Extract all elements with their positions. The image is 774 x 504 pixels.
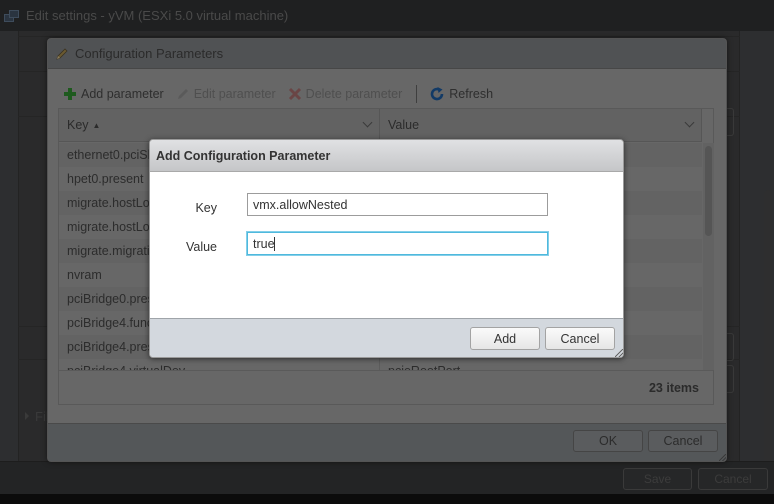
edit-parameter-label: Edit parameter [193,87,276,101]
add-parameter-button[interactable]: Add parameter [63,87,164,101]
delete-parameter-label: Delete parameter [305,87,403,101]
pencil-icon [56,47,68,60]
grid-footer: 23 items [59,370,713,404]
table-row[interactable]: pciBridge4.virtualDevpcieRootPort [59,359,702,370]
edit-settings-titlebar: Edit settings - yVM (ESXi 5.0 virtual ma… [0,0,774,31]
add-parameter-body: Key Value [150,172,623,318]
edit-settings-title: Edit settings - yVM (ESXi 5.0 virtual ma… [26,8,289,23]
vm-icon [4,9,20,23]
text-caret [274,237,275,251]
configuration-parameters-title: Configuration Parameters [75,46,224,61]
divider [18,36,740,37]
plus-icon [64,88,76,100]
column-header-key[interactable]: Key ▲ [59,109,380,141]
column-header-key-label: Key [67,118,89,132]
grid-header: Key ▲ Value [59,109,702,142]
refresh-icon [430,87,444,101]
value-input[interactable] [247,232,548,255]
background-scrollbar[interactable] [764,190,772,470]
bottom-strip [0,494,774,504]
configuration-parameters-header: Configuration Parameters [48,39,726,69]
files-section-toggle[interactable]: Fil [18,400,49,432]
column-header-value-label: Value [388,118,420,132]
cancel-button[interactable]: Cancel [545,327,615,350]
key-input[interactable] [247,193,548,216]
sort-ascending-icon: ▲ [92,120,101,130]
delete-parameter-button[interactable]: Delete parameter [288,87,403,101]
cancel-button[interactable]: Cancel [648,430,718,452]
add-parameter-footer: Add Cancel [150,318,623,357]
grid-scrollbar[interactable] [703,143,714,370]
edit-parameter-button[interactable]: Edit parameter [176,87,276,101]
configuration-parameters-footer: OK Cancel [48,423,726,461]
refresh-label: Refresh [449,87,494,101]
value-label: Value [185,240,217,254]
resize-grip-icon[interactable] [615,349,623,357]
chevron-down-icon[interactable] [684,117,695,128]
refresh-button[interactable]: Refresh [429,86,493,102]
toolbar-separator [416,85,418,103]
add-parameter-title: Add Configuration Parameter [156,148,331,163]
ok-button[interactable]: OK [573,430,643,452]
chevron-down-icon[interactable] [362,117,373,128]
save-button[interactable]: Save [623,468,692,490]
add-parameter-header: Add Configuration Parameter [150,140,623,172]
toolbar: Add parameter Edit parameter Delete para… [63,85,505,103]
item-count: 23 items [648,380,699,395]
x-icon [288,87,301,101]
expand-triangle-icon [25,412,29,420]
resize-grip-icon[interactable] [719,454,726,461]
key-label: Key [195,201,217,215]
cancel-button[interactable]: Cancel [698,468,768,490]
scrollbar-thumb[interactable] [705,146,712,236]
cell-key: pciBridge4.virtualDev [59,359,380,370]
add-parameter-label: Add parameter [81,87,164,101]
add-configuration-parameter-dialog: Add Configuration Parameter Key Value Ad… [149,139,624,358]
pencil-icon [177,89,188,99]
column-header-value[interactable]: Value [380,109,702,141]
add-button[interactable]: Add [470,327,540,350]
cell-value: pcieRootPort [380,359,702,370]
